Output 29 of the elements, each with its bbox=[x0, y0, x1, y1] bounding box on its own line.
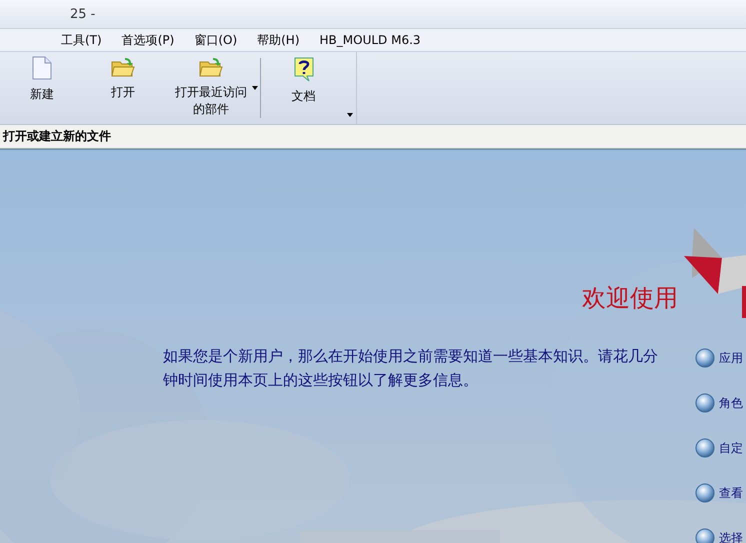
hint-text: 打开或建立新的文件 bbox=[3, 128, 111, 145]
caret-icon bbox=[252, 86, 258, 90]
sphere-icon bbox=[695, 483, 715, 503]
logo-icon bbox=[684, 228, 746, 318]
sphere-icon bbox=[695, 393, 715, 413]
window-title: 25 - bbox=[70, 6, 96, 22]
welcome-link[interactable]: 角色 bbox=[695, 393, 746, 413]
toolbar-button[interactable]: 新建 bbox=[0, 52, 84, 124]
document-icon bbox=[32, 56, 52, 80]
toolbar-button[interactable]: 打开 bbox=[84, 52, 162, 124]
welcome-title: 欢迎使用 bbox=[582, 283, 678, 314]
toolbar-button[interactable]: 打开最近访问的部件 bbox=[162, 52, 260, 124]
menu-item[interactable]: 首选项(P) bbox=[118, 30, 178, 50]
welcome-link[interactable]: 应用 bbox=[695, 348, 746, 368]
caret-icon bbox=[347, 113, 353, 117]
help-icon bbox=[292, 56, 314, 82]
sphere-icon bbox=[695, 438, 715, 458]
menu-item[interactable]: 帮助(H) bbox=[254, 30, 303, 50]
welcome-link[interactable]: 查看 bbox=[695, 483, 746, 503]
toolbar-button[interactable]: 文档 bbox=[261, 52, 346, 124]
welcome-link[interactable]: 选择 bbox=[695, 528, 746, 543]
menu-item[interactable]: 工具(T) bbox=[58, 30, 105, 50]
menu-item[interactable]: 窗口(O) bbox=[191, 30, 240, 50]
menu-item[interactable]: HB_MOULD M6.3 bbox=[316, 31, 424, 49]
sphere-icon bbox=[695, 348, 715, 368]
folder-icon bbox=[111, 56, 135, 78]
intro-text: 如果您是个新用户，那么在开始使用之前需要知道一些基本知识。请花几分钟时间使用本页上的这些按钮以了解更多信息。 bbox=[163, 346, 659, 391]
welcome-link[interactable]: 自定 bbox=[695, 438, 746, 458]
folder-icon bbox=[199, 56, 223, 78]
